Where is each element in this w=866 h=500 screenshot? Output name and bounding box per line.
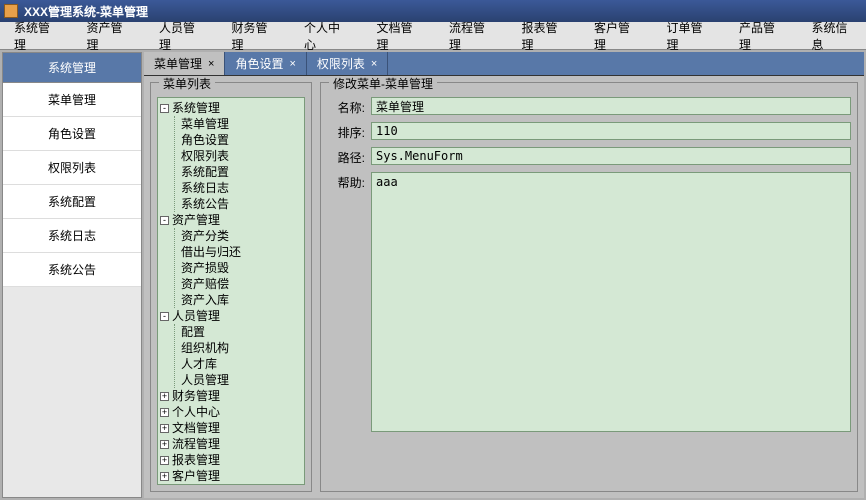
menu-item-5[interactable]: 文档管理 — [371, 15, 424, 57]
input-path[interactable] — [371, 147, 851, 165]
tree-toggle-icon[interactable]: - — [160, 312, 169, 321]
sidebar-item-2[interactable]: 权限列表 — [3, 151, 141, 185]
label-name: 名称: — [327, 97, 371, 116]
input-help[interactable] — [371, 172, 851, 432]
close-icon[interactable]: × — [371, 58, 377, 70]
tab-0[interactable]: 菜单管理 × — [144, 52, 225, 75]
tree-node[interactable]: +文档管理 — [160, 420, 302, 436]
tree-node[interactable]: -系统管理 — [160, 100, 302, 116]
tree-node-label: 人员管理 — [172, 309, 220, 323]
tree-node[interactable]: +财务管理 — [160, 388, 302, 404]
tree-toggle-icon[interactable]: - — [160, 104, 169, 113]
tab-strip: 菜单管理 × 角色设置 × 权限列表 × — [144, 52, 864, 76]
sidebar-item-0[interactable]: 菜单管理 — [3, 83, 141, 117]
tree-node-label: 财务管理 — [172, 389, 220, 403]
input-name[interactable] — [371, 97, 851, 115]
tree-leaf[interactable]: 借出与归还 — [181, 244, 302, 260]
form-title: 修改菜单-菜单管理 — [329, 76, 437, 92]
menu-item-2[interactable]: 人员管理 — [153, 15, 206, 57]
menu-item-9[interactable]: 订单管理 — [661, 15, 714, 57]
tree-node-label: 个人中心 — [172, 405, 220, 419]
tree-leaf[interactable]: 资产赔偿 — [181, 276, 302, 292]
menu-item-8[interactable]: 客户管理 — [588, 15, 641, 57]
tree-toggle-icon[interactable]: + — [160, 424, 169, 433]
tree-groupbox: 菜单列表 -系统管理菜单管理角色设置权限列表系统配置系统日志系统公告-资产管理资… — [150, 82, 312, 492]
tree-node[interactable]: +报表管理 — [160, 452, 302, 468]
tree-toggle-icon[interactable]: + — [160, 472, 169, 481]
tree-leaf[interactable]: 角色设置 — [181, 132, 302, 148]
sidebar-header: 系统管理 — [3, 53, 141, 83]
menu-item-11[interactable]: 系统信息 — [806, 15, 859, 57]
sidebar-item-5[interactable]: 系统公告 — [3, 253, 141, 287]
tree-toggle-icon[interactable]: + — [160, 392, 169, 401]
tree-node-label: 系统管理 — [172, 101, 220, 115]
tree-node[interactable]: +流程管理 — [160, 436, 302, 452]
sidebar: 系统管理 菜单管理角色设置权限列表系统配置系统日志系统公告 — [2, 52, 142, 498]
menu-item-1[interactable]: 资产管理 — [81, 15, 134, 57]
tree-leaf[interactable]: 系统公告 — [181, 196, 302, 212]
sidebar-item-3[interactable]: 系统配置 — [3, 185, 141, 219]
tree-leaf[interactable]: 资产损毁 — [181, 260, 302, 276]
tree-leaf[interactable]: 系统配置 — [181, 164, 302, 180]
close-icon[interactable]: × — [289, 58, 295, 70]
tree-node-label: 客户管理 — [172, 469, 220, 483]
tree-leaf[interactable]: 人才库 — [181, 356, 302, 372]
menu-tree[interactable]: -系统管理菜单管理角色设置权限列表系统配置系统日志系统公告-资产管理资产分类借出… — [157, 97, 305, 485]
tree-node-label: 文档管理 — [172, 421, 220, 435]
tree-node[interactable]: +订单管理 — [160, 484, 302, 485]
tree-leaf[interactable]: 权限列表 — [181, 148, 302, 164]
tree-leaf[interactable]: 菜单管理 — [181, 116, 302, 132]
tree-leaf[interactable]: 组织机构 — [181, 340, 302, 356]
tree-leaf[interactable]: 人员管理 — [181, 372, 302, 388]
label-order: 排序: — [327, 122, 371, 141]
menu-item-0[interactable]: 系统管理 — [8, 15, 61, 57]
close-icon[interactable]: × — [208, 58, 214, 70]
tree-toggle-icon[interactable]: + — [160, 408, 169, 417]
tree-leaf[interactable]: 资产入库 — [181, 292, 302, 308]
tree-node-label: 流程管理 — [172, 437, 220, 451]
tree-toggle-icon[interactable]: - — [160, 216, 169, 225]
tab-label: 角色设置 — [235, 55, 283, 72]
tab-2[interactable]: 权限列表 × — [307, 52, 388, 75]
form-groupbox: 修改菜单-菜单管理 名称: 排序: 路径: 帮助: — [320, 82, 858, 492]
tree-toggle-icon[interactable]: + — [160, 456, 169, 465]
tab-label: 菜单管理 — [154, 55, 202, 72]
tree-node[interactable]: -人员管理 — [160, 308, 302, 324]
menu-item-10[interactable]: 产品管理 — [733, 15, 786, 57]
tree-node[interactable]: +客户管理 — [160, 468, 302, 484]
tree-node-label: 报表管理 — [172, 453, 220, 467]
menu-item-4[interactable]: 个人中心 — [298, 15, 351, 57]
tree-toggle-icon[interactable]: + — [160, 440, 169, 449]
input-order[interactable] — [371, 122, 851, 140]
tree-leaf[interactable]: 配置 — [181, 324, 302, 340]
sidebar-item-4[interactable]: 系统日志 — [3, 219, 141, 253]
tree-leaf[interactable]: 系统日志 — [181, 180, 302, 196]
tab-label: 权限列表 — [317, 55, 365, 72]
tree-node-label: 资产管理 — [172, 213, 220, 227]
tree-node[interactable]: -资产管理 — [160, 212, 302, 228]
tree-title: 菜单列表 — [159, 76, 215, 92]
menu-item-6[interactable]: 流程管理 — [443, 15, 496, 57]
label-path: 路径: — [327, 147, 371, 166]
menu-item-3[interactable]: 财务管理 — [226, 15, 279, 57]
tree-leaf[interactable]: 资产分类 — [181, 228, 302, 244]
sidebar-item-1[interactable]: 角色设置 — [3, 117, 141, 151]
menu-item-7[interactable]: 报表管理 — [516, 15, 569, 57]
tree-node[interactable]: +个人中心 — [160, 404, 302, 420]
menubar: 系统管理资产管理人员管理财务管理个人中心文档管理流程管理报表管理客户管理订单管理… — [0, 22, 866, 50]
label-help: 帮助: — [327, 172, 371, 191]
tab-1[interactable]: 角色设置 × — [225, 52, 306, 75]
